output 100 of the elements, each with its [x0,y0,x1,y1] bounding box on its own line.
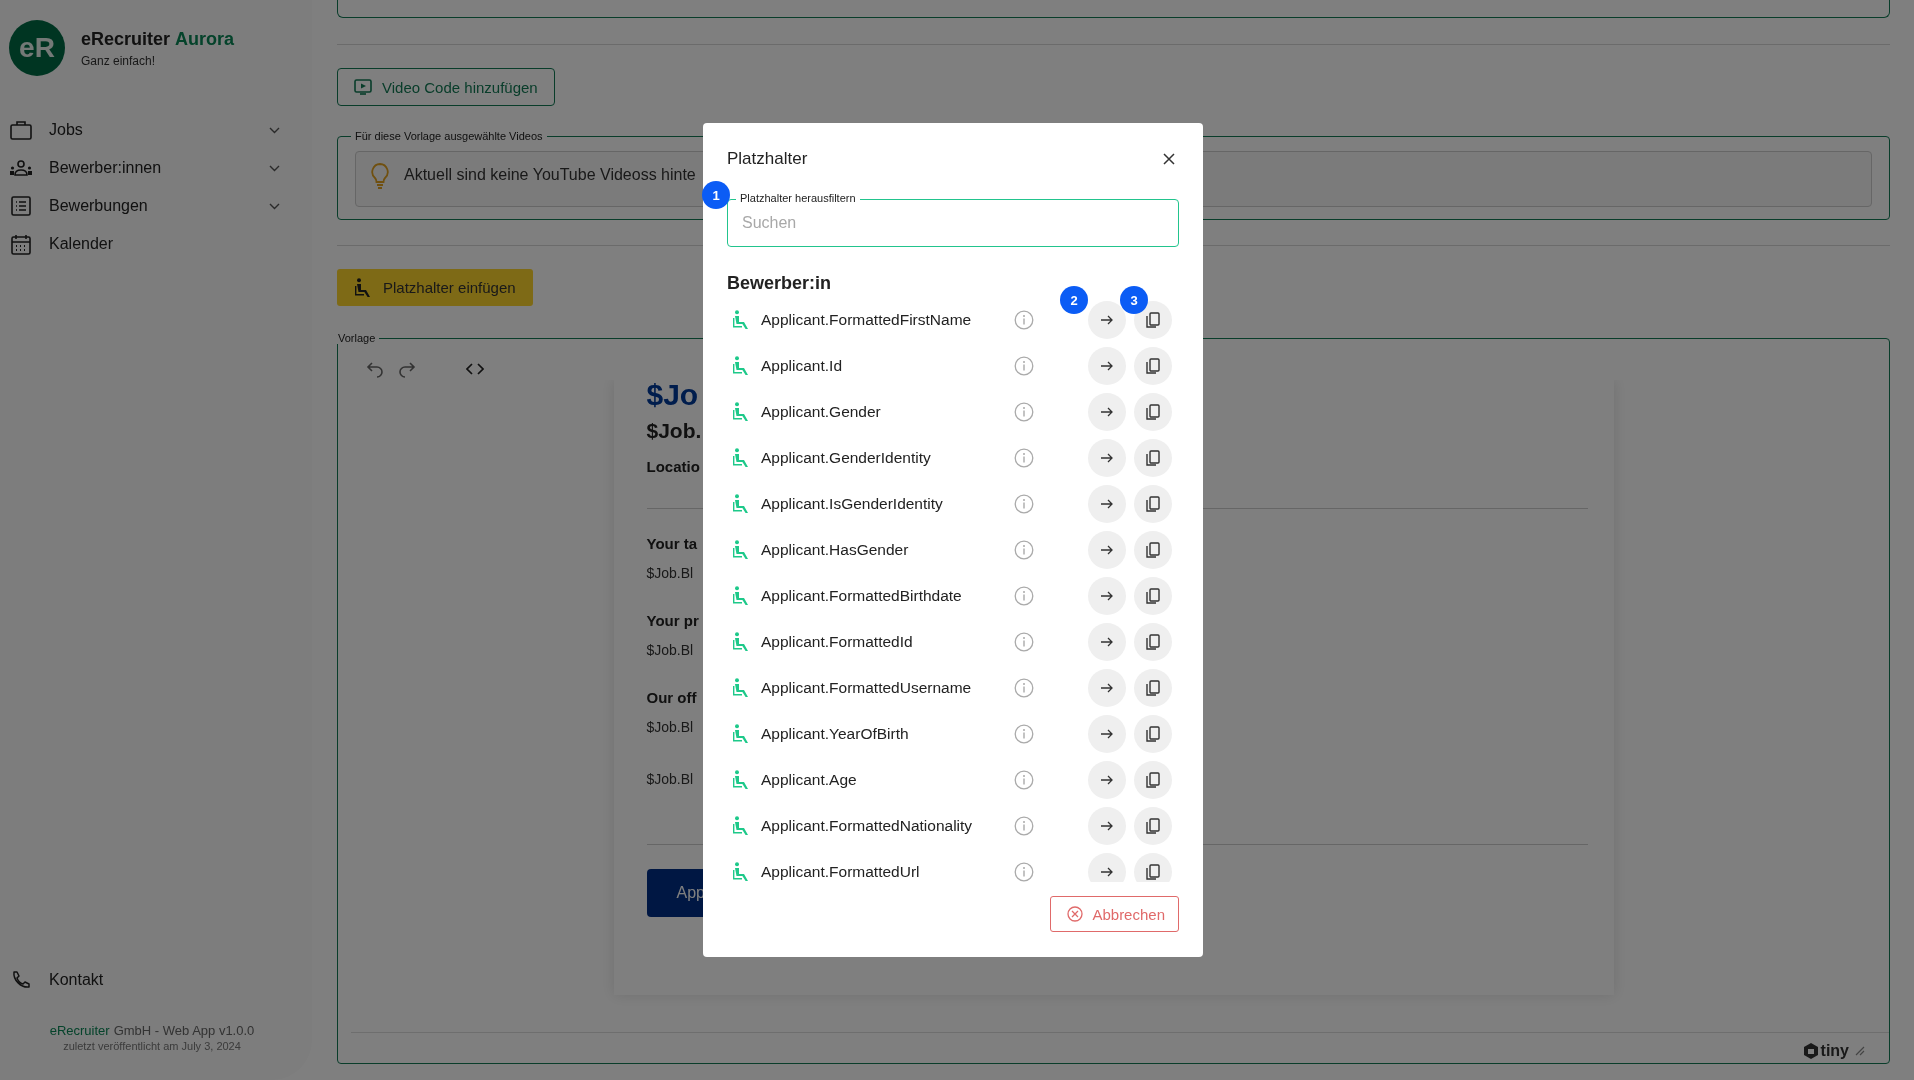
insert-button[interactable] [1088,577,1126,615]
copy-button[interactable] [1134,577,1172,615]
copy-button[interactable] [1134,439,1172,477]
arrow-right-icon [1100,407,1114,417]
insert-button[interactable] [1088,347,1126,385]
placeholder-name: Applicant.FormattedNationality [761,817,974,835]
video-code-button[interactable]: Video Code hinzufügen [337,68,555,106]
section-heading: Our off [646,688,697,708]
cancel-button[interactable]: Abbrechen [1050,896,1179,932]
arrow-right-icon [1100,821,1114,831]
info-icon[interactable] [1014,356,1034,376]
insert-button[interactable] [1088,807,1126,845]
info-icon[interactable] [1014,310,1034,330]
copy-button[interactable] [1134,853,1172,882]
document-title: $Jo [646,380,699,413]
seated-person-icon [355,277,373,298]
seated-person-icon [733,448,751,468]
tagline: Ganz einfach! [81,53,157,68]
placeholder-name: Applicant.FormattedFirstName [761,311,973,329]
nav-item[interactable]: Jobs [0,111,312,149]
info-icon[interactable] [1014,586,1034,606]
copy-button[interactable] [1134,485,1172,523]
copy-icon [1146,634,1160,650]
insert-button[interactable] [1088,301,1126,339]
redo-icon[interactable] [398,360,416,378]
copy-icon [1146,772,1160,788]
seated-person-icon [733,862,751,882]
info-icon[interactable] [1014,678,1034,698]
placeholder-text: $Job.Bl [646,564,694,583]
insert-placeholder-button[interactable]: Platzhalter einfügen [337,269,533,306]
close-icon [1163,153,1175,165]
notice-text: Aktuell sind keine YouTube Videoss hinte [404,166,696,184]
info-icon[interactable] [1014,816,1034,836]
insert-button[interactable] [1088,623,1126,661]
placeholder-name: Applicant.FormattedId [761,633,914,651]
insert-button[interactable] [1088,485,1126,523]
seated-person-icon [733,632,751,652]
copy-button[interactable] [1134,623,1172,661]
company-link[interactable]: eRecruiter [49,1023,110,1038]
step-badge: 2 [1060,286,1088,314]
info-icon[interactable] [1014,402,1034,422]
placeholder-name: Applicant.FormattedUrl [761,863,921,881]
info-icon[interactable] [1014,540,1034,560]
publish-date: zuletzt veröffentlicht am July 3, 2024 [63,1040,241,1052]
close-button[interactable] [1163,153,1175,165]
info-icon[interactable] [1014,494,1034,514]
nav-item[interactable]: Kalender [0,225,312,263]
copy-icon [1146,404,1160,420]
nav-item[interactable]: Bewerbungen [0,187,312,225]
resize-handle-icon[interactable] [1855,1046,1865,1056]
insert-button[interactable] [1088,715,1126,753]
step-badge: 3 [1120,286,1148,314]
fieldset-label: Für diese Vorlage ausgewählte Videos [354,130,544,142]
seated-person-icon [733,586,751,606]
seated-person-icon [733,724,751,744]
info-icon[interactable] [1014,448,1034,468]
placeholder-name: Applicant.HasGender [761,541,910,559]
code-icon[interactable] [466,362,484,376]
info-icon[interactable] [1014,770,1034,790]
copy-icon [1146,680,1160,696]
undo-icon[interactable] [366,360,384,378]
arrow-right-icon [1100,867,1114,877]
copy-button[interactable] [1134,761,1172,799]
info-icon[interactable] [1014,724,1034,744]
info-icon[interactable] [1014,632,1034,652]
copy-button[interactable] [1134,347,1172,385]
copy-button[interactable] [1134,715,1172,753]
insert-button[interactable] [1088,761,1126,799]
arrow-right-icon [1100,683,1114,693]
placeholder-name: Applicant.GenderIdentity [761,449,932,467]
info-icon[interactable] [1014,862,1034,882]
insert-button[interactable] [1088,669,1126,707]
placeholder-name: Applicant.Id [761,357,843,375]
nav-item[interactable]: Kontakt [0,961,312,999]
insert-button[interactable] [1088,531,1126,569]
section-heading: Your pr [646,611,699,631]
list-icon [11,196,31,216]
copy-icon [1146,358,1160,374]
brand-name: tiny [1820,1042,1849,1060]
arrow-right-icon [1100,729,1114,739]
insert-button[interactable] [1088,853,1126,882]
arrow-right-icon [1100,361,1114,371]
field-label: Platzhalter herausfiltern [736,191,860,205]
arrow-right-icon [1100,315,1114,325]
copy-icon [1146,726,1160,742]
insert-button[interactable] [1088,393,1126,431]
copy-button[interactable] [1134,531,1172,569]
copy-icon [1146,864,1160,880]
nav-item[interactable]: Bewerber:innen [0,149,312,187]
insert-button[interactable] [1088,439,1126,477]
document-heading: $Job. [646,418,702,444]
copy-button[interactable] [1134,807,1172,845]
copy-icon [1146,496,1160,512]
placeholder-text: $Job.Bl [646,770,694,789]
location-label: Locatio [646,457,700,477]
copy-button[interactable] [1134,669,1172,707]
arrow-right-icon [1100,775,1114,785]
placeholder-text: $Job.Bl [646,641,694,660]
copy-button[interactable] [1134,393,1172,431]
seated-person-icon [733,310,751,330]
